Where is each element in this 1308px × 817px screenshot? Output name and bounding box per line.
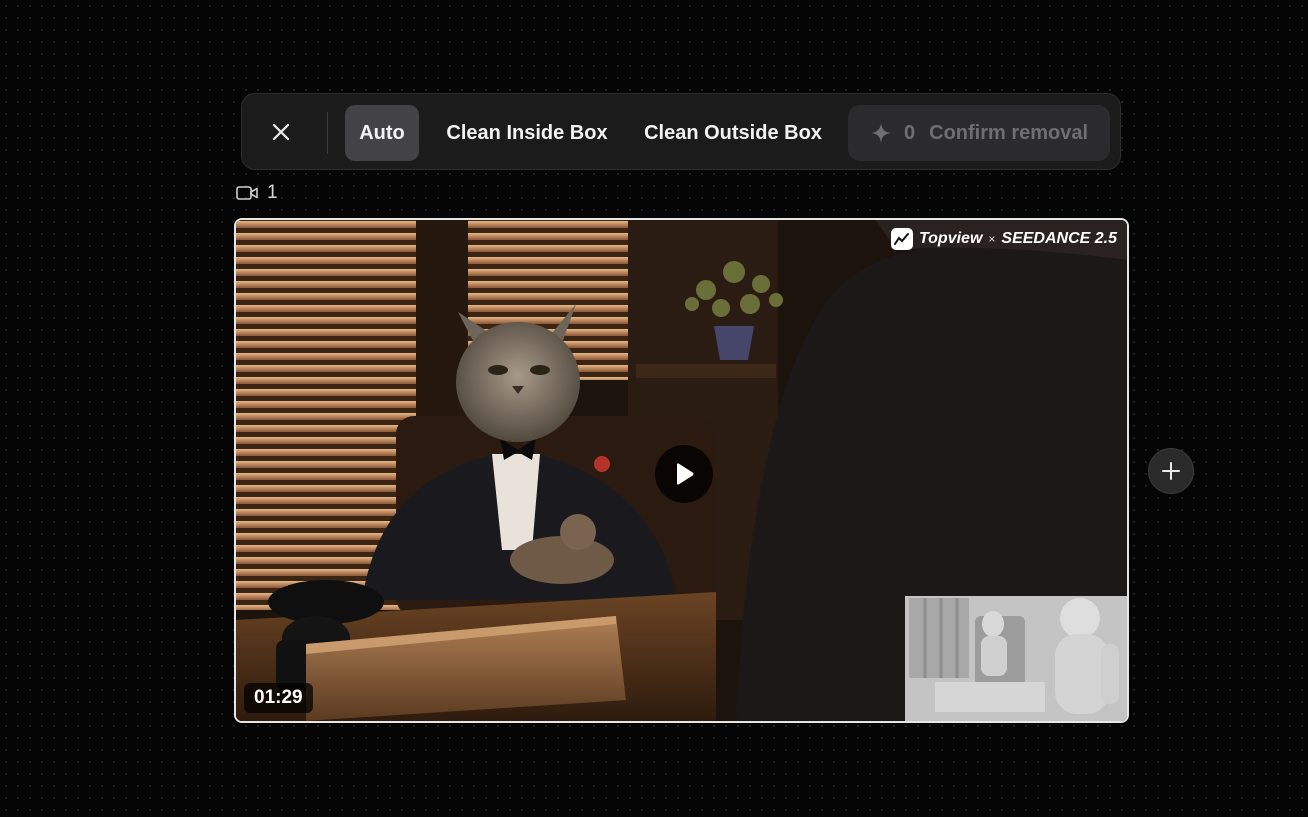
watermark-partner: SEEDANCE 2.5 <box>1001 230 1117 247</box>
topview-logo-icon <box>890 228 913 250</box>
clean-inside-box-button[interactable]: Clean Inside Box <box>440 105 614 161</box>
clean-outside-box-button[interactable]: Clean Outside Box <box>638 105 828 161</box>
play-button[interactable] <box>655 445 713 503</box>
toolbar-divider <box>327 112 328 154</box>
render-preview-thumbnail[interactable] <box>905 596 1127 721</box>
video-duration: 01:29 <box>244 683 313 713</box>
sparkle-icon <box>871 123 891 143</box>
add-video-button[interactable] <box>1148 448 1194 494</box>
confirm-removal-button[interactable]: 0 Confirm removal <box>848 105 1110 161</box>
watermark-separator: × <box>988 232 996 246</box>
removal-toolbar: Auto Clean Inside Box Clean Outside Box … <box>241 93 1121 170</box>
video-count-label: 1 <box>236 182 278 203</box>
watermark-brand: Topview <box>918 230 983 247</box>
video-count: 1 <box>267 182 278 203</box>
play-icon <box>677 463 694 485</box>
removal-count: 0 <box>904 121 916 144</box>
watermark: Topview × SEEDANCE 2.5 <box>890 228 1117 250</box>
video-card[interactable]: Topview × SEEDANCE 2.5 01:29 <box>234 218 1129 723</box>
mannequin-preview-image <box>905 596 1127 721</box>
plus-icon <box>1162 462 1180 480</box>
video-camera-icon <box>236 186 258 200</box>
close-button[interactable] <box>264 115 298 149</box>
close-icon <box>272 123 290 141</box>
confirm-removal-label: Confirm removal <box>929 121 1089 144</box>
auto-mode-button[interactable]: Auto <box>345 105 419 161</box>
